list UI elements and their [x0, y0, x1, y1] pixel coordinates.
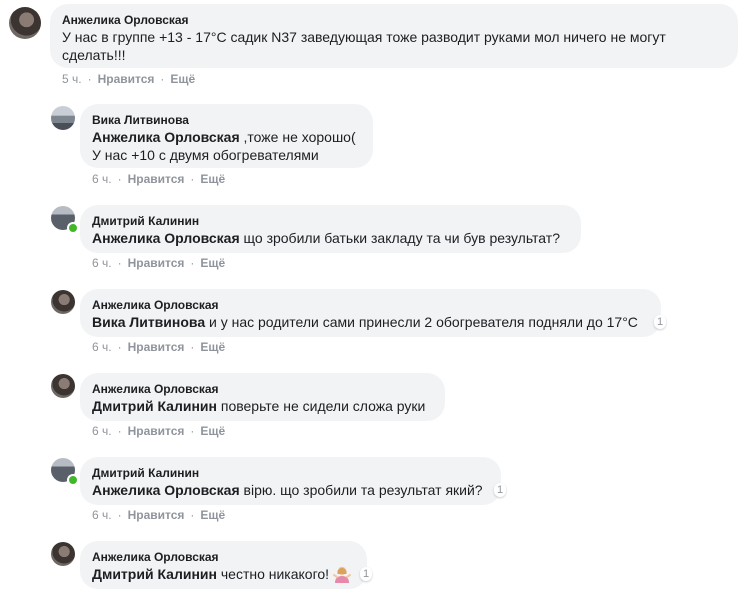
- comment-bubble: Анжелика Орловская Вика Литвинова и у на…: [80, 289, 661, 337]
- comment-actions: 6 ч. · Нравится · Ещё: [92, 255, 225, 271]
- separator: ·: [190, 172, 195, 186]
- comment-bubble: Анжелика Орловская Дмитрий Калинин честн…: [80, 541, 367, 589]
- comment-text-body: вірю. що зробили та результат який?: [243, 482, 483, 498]
- comment-bubble: Анжелика Орловская Дмитрий Калинин повер…: [80, 373, 445, 421]
- mention-link[interactable]: Дмитрий Калинин: [92, 398, 217, 414]
- comment-actions: 6 ч. · Нравится · Ещё: [92, 507, 225, 523]
- comment-bubble: Анжелика Орловская У нас в группе +13 - …: [50, 4, 738, 68]
- comment-bubble: Вика Литвинова Анжелика Орловская ,тоже …: [80, 104, 373, 168]
- comment-actions: 6 ч. · Нравится · Ещё: [92, 339, 225, 355]
- reaction-count[interactable]: 1: [360, 567, 373, 581]
- comment-text: Анжелика Орловская ,тоже не хорошо(: [92, 128, 361, 146]
- comment-text: Дмитрий Калинин честно никакого!: [92, 565, 355, 583]
- comment-author[interactable]: Анжелика Орловская: [92, 381, 433, 397]
- like-button[interactable]: Нравится: [128, 507, 185, 523]
- like-button[interactable]: Нравится: [128, 339, 185, 355]
- like-button[interactable]: Нравится: [128, 171, 185, 187]
- separator: ·: [87, 72, 92, 86]
- mention-link[interactable]: Дмитрий Калинин: [92, 566, 217, 582]
- avatar[interactable]: [51, 290, 75, 314]
- online-status-icon: [67, 222, 79, 234]
- comment-text-body: поверьте не сидели сложа руки: [220, 398, 426, 414]
- comment-time[interactable]: 6 ч.: [92, 171, 112, 187]
- separator: ·: [117, 172, 122, 186]
- comment-text: Анжелика Орловская вірю. що зробили та р…: [92, 481, 489, 499]
- like-button[interactable]: Нравится: [98, 71, 155, 87]
- separator: ·: [190, 340, 195, 354]
- comment-text: Дмитрий Калинин поверьте не сидели сложа…: [92, 397, 433, 415]
- reaction-count[interactable]: 1: [494, 483, 507, 497]
- mention-link[interactable]: Анжелика Орловская: [92, 230, 240, 246]
- like-button[interactable]: Нравится: [128, 423, 185, 439]
- comment-time[interactable]: 6 ч.: [92, 255, 112, 271]
- comment-text-body: що зробили батьки закладу та чи був резу…: [243, 230, 560, 246]
- comment-author[interactable]: Вика Литвинова: [92, 112, 361, 128]
- separator: ·: [117, 256, 122, 270]
- comment-actions: 6 ч. · Нравится · Ещё: [92, 423, 225, 439]
- avatar[interactable]: [51, 106, 75, 130]
- comment-bubble: Дмитрий Калинин Анжелика Орловская вірю.…: [80, 457, 501, 505]
- comment-author[interactable]: Дмитрий Калинин: [92, 213, 569, 229]
- reaction-count[interactable]: 1: [654, 315, 667, 329]
- comment-author[interactable]: Анжелика Орловская: [62, 12, 726, 28]
- comment-text-body: и у нас родители сами принесли 2 обогрев…: [209, 314, 638, 330]
- comment-time[interactable]: 6 ч.: [92, 339, 112, 355]
- avatar[interactable]: [51, 542, 75, 566]
- more-button[interactable]: Ещё: [200, 171, 225, 187]
- comment-time[interactable]: 6 ч.: [92, 507, 112, 523]
- comment-text: У нас в группе +13 - 17°С садик N37 заве…: [62, 29, 666, 63]
- comment-text: Вика Литвинова и у нас родители сами при…: [92, 313, 649, 331]
- more-button[interactable]: Ещё: [200, 339, 225, 355]
- comment-actions: 5 ч. · Нравится · Ещё: [62, 71, 195, 87]
- comment-text: Анжелика Орловская що зробили батьки зак…: [92, 229, 569, 247]
- mention-link[interactable]: Анжелика Орловская: [92, 482, 240, 498]
- comment-text-line2: У нас +10 с двумя обогревателями: [92, 147, 319, 163]
- comment-bubble: Дмитрий Калинин Анжелика Орловская що зр…: [80, 205, 581, 253]
- comment-time[interactable]: 6 ч.: [92, 423, 112, 439]
- separator: ·: [190, 256, 195, 270]
- avatar[interactable]: [9, 7, 41, 39]
- comment-author[interactable]: Дмитрий Калинин: [92, 465, 489, 481]
- separator: ·: [117, 424, 122, 438]
- comment-actions: 6 ч. · Нравится · Ещё: [92, 171, 225, 187]
- separator: ·: [160, 72, 165, 86]
- separator: ·: [117, 508, 122, 522]
- comment-author[interactable]: Анжелика Орловская: [92, 297, 649, 313]
- more-button[interactable]: Ещё: [200, 255, 225, 271]
- like-button[interactable]: Нравится: [128, 255, 185, 271]
- mention-link[interactable]: Вика Литвинова: [92, 314, 205, 330]
- comment-author[interactable]: Анжелика Орловская: [92, 549, 355, 565]
- more-button[interactable]: Ещё: [200, 507, 225, 523]
- online-status-icon: [67, 474, 79, 486]
- comment-time[interactable]: 5 ч.: [62, 71, 82, 87]
- more-button[interactable]: Ещё: [170, 71, 195, 87]
- comment-text-body: честно никакого!: [220, 566, 330, 582]
- more-button[interactable]: Ещё: [200, 423, 225, 439]
- comment-text-body: ,тоже не хорошо(: [243, 129, 356, 145]
- mention-link[interactable]: Анжелика Орловская: [92, 129, 240, 145]
- woman-shrugging-emoji: [333, 566, 352, 583]
- avatar[interactable]: [51, 374, 75, 398]
- separator: ·: [190, 424, 195, 438]
- separator: ·: [117, 340, 122, 354]
- separator: ·: [190, 508, 195, 522]
